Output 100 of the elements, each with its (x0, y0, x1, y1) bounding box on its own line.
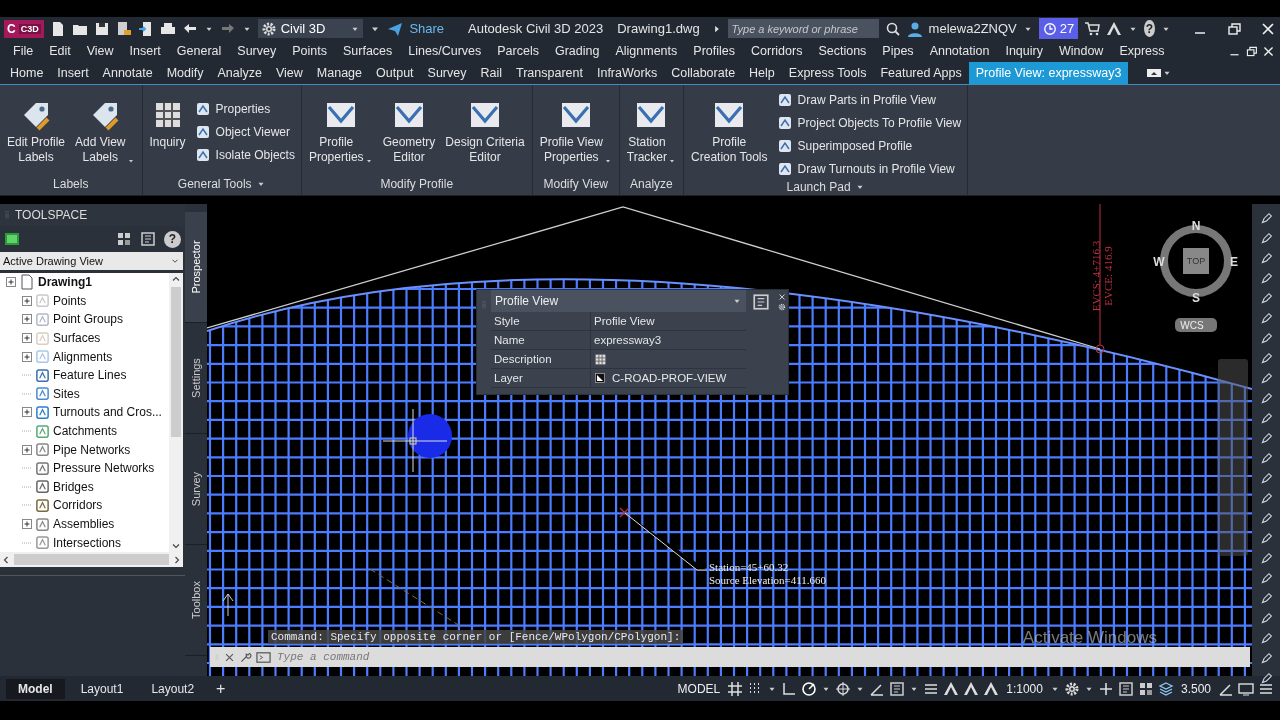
pencil-icon[interactable] (1259, 512, 1273, 525)
pencil-icon[interactable] (1259, 632, 1273, 645)
expand-toggle[interactable] (22, 407, 32, 418)
gear-icon[interactable] (1063, 680, 1080, 697)
property-value[interactable]: Profile View (591, 312, 746, 330)
pencil-icon[interactable] (1259, 392, 1273, 405)
pencil-icon[interactable] (1259, 452, 1273, 465)
menu-item[interactable]: Lines/Curves (400, 44, 490, 58)
tree-item[interactable]: Assemblies (53, 517, 115, 531)
ribbon-tab[interactable]: Express Tools (781, 62, 874, 84)
pencil-icon[interactable] (1259, 372, 1273, 385)
annotation-icon[interactable] (943, 680, 960, 697)
ribbon-tab[interactable]: Modify (159, 62, 211, 84)
expand-toggle[interactable] (6, 277, 16, 288)
menu-item[interactable]: Parcels (489, 44, 547, 58)
ribbon-tab[interactable]: Manage (309, 62, 370, 84)
pencil-icon[interactable] (1259, 332, 1273, 345)
user-name[interactable]: melewa2ZNQV (928, 21, 1017, 36)
ribbon-tool-button[interactable]: Design Criteria Editor (442, 89, 528, 173)
ribbon-tool-button[interactable]: Profile View Properties (536, 89, 615, 173)
menu-item[interactable]: Corridors (743, 44, 811, 58)
tree-item[interactable]: Sites (53, 386, 80, 401)
ribbon-tool-button[interactable]: Geometry Editor (379, 89, 439, 173)
ribbon-tab[interactable]: Home (3, 62, 51, 84)
ribbon-tab[interactable]: Help (742, 62, 782, 84)
grid-icon[interactable] (727, 680, 744, 697)
scroll-thumb[interactable] (171, 287, 181, 437)
expand-toggle[interactable] (22, 295, 32, 306)
expand-toggle[interactable] (22, 519, 32, 529)
scroll-thumb[interactable] (14, 554, 169, 565)
pencil-icon[interactable] (1259, 212, 1273, 225)
pencil-icon[interactable] (1259, 532, 1273, 545)
ribbon-tab[interactable]: Transparent (509, 62, 590, 84)
restore-icon[interactable] (1225, 20, 1242, 37)
property-value[interactable]: expressway3 (591, 331, 746, 349)
ribbon-tool-button[interactable]: Project Objects To Profile View (774, 113, 964, 133)
pencil-icon[interactable] (1259, 412, 1273, 425)
selection-icon[interactable] (889, 680, 906, 697)
app-logo[interactable]: C C3D (4, 19, 44, 38)
menu-item[interactable]: Surfaces (335, 44, 401, 58)
pencil-icon[interactable] (1259, 552, 1273, 565)
plus-icon[interactable] (1097, 680, 1114, 697)
pencil-icon[interactable] (1259, 652, 1273, 665)
quick-ui-icon[interactable] (751, 293, 771, 311)
menu-item[interactable]: Window (1050, 44, 1112, 58)
pencil-icon[interactable] (1259, 232, 1273, 245)
menu-item[interactable]: Profiles (685, 44, 743, 58)
ribbon-tab[interactable]: Output (369, 62, 421, 84)
ribbon-tool-button[interactable]: Profile Properties (305, 89, 376, 173)
menu-item[interactable]: Pipes (874, 44, 922, 58)
save-icon[interactable] (93, 20, 110, 37)
workspace-dropdown[interactable]: Civil 3D (257, 19, 364, 38)
menu-item[interactable]: Sections (810, 44, 875, 58)
pencil-icon[interactable] (1259, 492, 1273, 505)
trial-badge[interactable]: 27 (1038, 18, 1079, 39)
ribbon-tab[interactable]: Featured Apps (873, 62, 969, 84)
expand-toggle[interactable] (22, 351, 32, 362)
pencil-icon[interactable] (1259, 672, 1273, 685)
search-field[interactable]: Type a keyword or phrase (727, 19, 879, 38)
help-button[interactable]: ? (1144, 20, 1155, 37)
menu-item[interactable]: Survey (229, 44, 285, 58)
menu-item[interactable]: General (168, 44, 230, 58)
user-icon[interactable] (906, 20, 923, 37)
tree-item[interactable]: Corridors (53, 498, 103, 513)
ribbon-tool-button[interactable]: Draw Turnouts in Profile View (774, 159, 964, 179)
tree-item[interactable]: Pressure Networks (53, 461, 155, 476)
ucs-menu[interactable]: WCS (1175, 318, 1217, 332)
close-icon[interactable] (778, 293, 786, 301)
ribbon-tab[interactable]: InfraWorks (589, 62, 665, 84)
tree-item[interactable]: Pipe Networks (53, 442, 131, 457)
add-layout-button[interactable]: + (210, 679, 232, 698)
paper-plane-icon[interactable] (387, 20, 404, 37)
panel-icon[interactable] (140, 231, 156, 247)
shapes-icon[interactable] (1137, 680, 1154, 697)
ribbon-tab[interactable]: Survey (420, 62, 474, 84)
editor-icon[interactable] (594, 352, 607, 366)
grid-icon[interactable] (116, 231, 132, 247)
tree-item[interactable]: Points (53, 293, 87, 308)
ribbon-tab[interactable]: View (268, 62, 310, 84)
ribbon-tab[interactable]: Rail (473, 62, 509, 84)
view-dropdown[interactable]: Active Drawing View (0, 252, 183, 270)
pencil-icon[interactable] (1259, 612, 1273, 625)
ribbon-tab[interactable]: Annotate (95, 62, 160, 84)
gear-icon[interactable] (778, 303, 786, 311)
panel-title[interactable]: Launch Pad (786, 180, 851, 194)
pencil-icon[interactable] (1259, 432, 1273, 445)
tree-item[interactable]: Intersections (53, 535, 122, 550)
panel-title[interactable]: General Tools (177, 177, 252, 191)
scale-dropdown[interactable]: 1:1000 (1003, 681, 1046, 696)
ribbon-tool-button[interactable]: Superimposed Profile (774, 136, 964, 156)
tree-item[interactable]: Drawing1 (38, 275, 92, 290)
ribbon-tool-button[interactable]: Object Viewer (192, 122, 297, 142)
ribbon-tool-button[interactable]: Profile Creation Tools (688, 89, 771, 179)
upload-icon[interactable] (137, 20, 154, 37)
annotation-icon[interactable] (983, 680, 1000, 697)
ribbon-tool-button[interactable]: Draw Parts in Profile View (774, 90, 964, 110)
autodesk-a-icon[interactable] (1106, 20, 1123, 37)
ribbon-tool-button[interactable]: Edit Profile Labels (4, 89, 69, 173)
menu-item[interactable]: Grading (546, 44, 608, 58)
navigation-bar[interactable] (1218, 359, 1248, 556)
